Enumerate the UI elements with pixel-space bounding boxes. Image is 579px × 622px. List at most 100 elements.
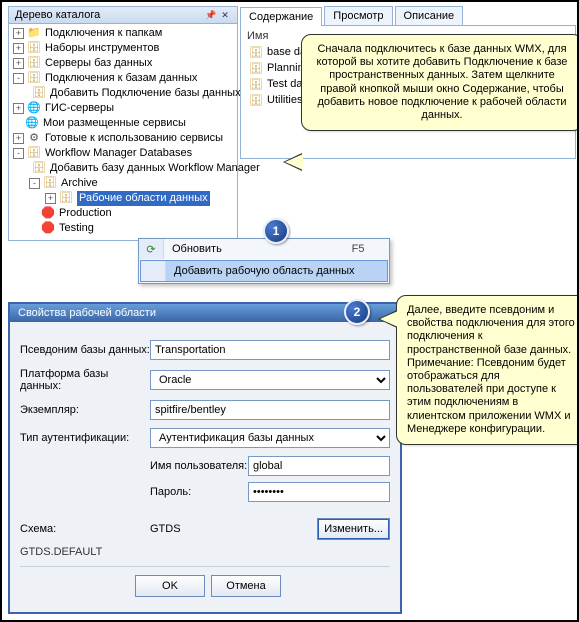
tree-toggle [13, 119, 22, 128]
tree-item-label: Testing [59, 221, 94, 236]
database-icon: 🗄 [249, 77, 263, 91]
tabstrip: Содержание Просмотр Описание [240, 6, 576, 26]
dialog-title[interactable]: Свойства рабочей области [10, 304, 400, 322]
tree-item-label: Добавить Подключение базы данных [50, 86, 241, 101]
context-refresh-label: Обновить [164, 243, 230, 255]
callout-2: Далее, введите псевдоним и свойства подк… [396, 295, 579, 445]
tree-item-label: Подключения к базам данных [45, 71, 197, 86]
tree-toggle [29, 209, 38, 218]
database-icon: 🗄 [249, 61, 263, 75]
context-add-workspace-label: Добавить рабочую область данных [166, 265, 363, 277]
workspace-properties-dialog: Свойства рабочей области Псевдоним базы … [8, 302, 402, 614]
tree-item-label: Серверы баз данных [45, 56, 152, 71]
auth-type-label: Тип аутентификации: [20, 432, 150, 444]
db-icon: 🗄 [27, 42, 41, 56]
username-label: Имя пользователя: [150, 460, 248, 472]
tree-item-label: Готовые к использованию сервисы [45, 131, 223, 146]
tree-item[interactable]: +🗄 Серверы баз данных [9, 56, 237, 71]
password-label: Пароль: [150, 486, 248, 498]
tree-item[interactable]: +🗄 Наборы инструментов [9, 41, 237, 56]
schema-label: Схема: [20, 523, 150, 535]
catalog-title-bar[interactable]: Дерево каталога 📌 ✕ [8, 6, 238, 24]
tree-toggle[interactable]: + [45, 193, 56, 204]
close-icon[interactable]: ✕ [219, 9, 231, 21]
db-icon: 🗄 [27, 57, 41, 71]
password-input[interactable] [248, 482, 390, 502]
tree-item-label: Мои размещенные сервисы [43, 116, 186, 131]
tree-toggle[interactable]: + [13, 58, 24, 69]
tree-item[interactable]: +⚙ Готовые к использованию сервисы [9, 131, 237, 146]
context-refresh-shortcut: F5 [352, 243, 365, 255]
db-icon: 🗄 [32, 87, 46, 101]
tree-toggle [29, 224, 38, 233]
tree-toggle[interactable]: + [13, 133, 24, 144]
tree-item[interactable]: 🌐 Мои размещенные сервисы [9, 116, 237, 131]
db-icon: 🗄 [43, 177, 57, 191]
tree-item[interactable]: 🛑 Testing [9, 221, 237, 236]
red-icon: 🛑 [41, 207, 55, 221]
tree-item[interactable]: 🛑 Production [9, 206, 237, 221]
change-button[interactable]: Изменить... [317, 518, 390, 540]
alias-label: Псевдоним базы данных: [20, 344, 150, 356]
tree-toggle[interactable]: - [13, 73, 24, 84]
globe-icon: 🌐 [27, 102, 41, 116]
pin-icon[interactable]: 📌 [205, 9, 217, 21]
schema-value: GTDS [150, 523, 181, 535]
tree-toggle[interactable]: + [13, 28, 24, 39]
instance-input[interactable] [150, 400, 390, 420]
red-icon: 🛑 [41, 222, 55, 236]
tree-item-label: Production [59, 206, 112, 221]
alias-input[interactable] [150, 340, 390, 360]
tree-item[interactable]: 🗄Добавить базу данных Workflow Manager [9, 161, 237, 176]
auth-type-select[interactable]: Аутентификация базы данных [150, 428, 390, 448]
tree-item[interactable]: +🗄 Рабочие области данных [9, 191, 237, 206]
database-icon: 🗄 [249, 93, 263, 107]
tree-item[interactable]: +🌐 ГИС-серверы [9, 101, 237, 116]
catalog-tree[interactable]: +📁Подключения к папкам+🗄Наборы инструмен… [8, 24, 238, 241]
tree-item[interactable]: +📁 Подключения к папкам [9, 26, 237, 41]
db-icon: 🗄 [59, 192, 73, 206]
tree-item-label: ГИС-серверы [45, 101, 114, 116]
tree-item-label: Добавить базу данных Workflow Manager [50, 161, 260, 176]
badge-1: 1 [263, 218, 289, 244]
platform-label: Платформа базы данных: [20, 368, 150, 392]
db-icon: 🗄 [27, 147, 41, 161]
callout-1-text: Сначала подключитесь к базе данных WMX, … [312, 43, 572, 122]
platform-select[interactable]: Oracle [150, 370, 390, 390]
database-icon: 🗄 [249, 45, 263, 59]
gear-icon: ⚙ [27, 132, 41, 146]
cancel-button[interactable]: Отмена [211, 575, 281, 597]
tree-toggle[interactable]: + [13, 43, 24, 54]
catalog-title: Дерево каталога [15, 9, 100, 21]
tree-item-label: Archive [61, 176, 98, 191]
globe-icon: 🌐 [25, 117, 39, 131]
tree-item-label: Workflow Manager Databases [45, 146, 192, 161]
tab-content[interactable]: Содержание [240, 7, 322, 26]
list-item-label: Utilities [267, 94, 302, 106]
username-input[interactable] [248, 456, 390, 476]
db-icon: 🗄 [27, 72, 41, 86]
tree-toggle[interactable]: - [29, 178, 40, 189]
tree-item[interactable]: -🗄 Archive [9, 176, 237, 191]
tree-item[interactable]: 🗄Добавить Подключение базы данных [9, 86, 237, 101]
tree-item-label: Подключения к папкам [45, 26, 162, 41]
callout-2-text: Далее, введите псевдоним и свойства подк… [407, 304, 575, 435]
db-icon: 🗄 [32, 162, 46, 176]
badge-2: 2 [344, 299, 370, 325]
context-menu: ⟳ Обновить F5 Добавить рабочую область д… [138, 238, 390, 284]
tree-toggle[interactable]: + [13, 103, 24, 114]
ok-button[interactable]: OK [135, 575, 205, 597]
tree-toggle[interactable]: - [13, 148, 24, 159]
tab-preview[interactable]: Просмотр [324, 6, 392, 25]
tree-item-label: Наборы инструментов [45, 41, 159, 56]
callout-1: Сначала подключитесь к базе данных WMX, … [301, 34, 579, 131]
folder-icon: 📁 [27, 27, 41, 41]
tree-item-label: Рабочие области данных [77, 191, 210, 206]
context-refresh[interactable]: ⟳ Обновить F5 [139, 239, 389, 259]
tab-description[interactable]: Описание [395, 6, 464, 25]
context-add-workspace[interactable]: Добавить рабочую область данных [140, 260, 388, 282]
tree-item[interactable]: -🗄 Подключения к базам данных [9, 71, 237, 86]
refresh-icon: ⟳ [146, 243, 155, 256]
catalog-panel: Дерево каталога 📌 ✕ +📁Подключения к папк… [8, 6, 238, 241]
tree-item[interactable]: -🗄 Workflow Manager Databases [9, 146, 237, 161]
